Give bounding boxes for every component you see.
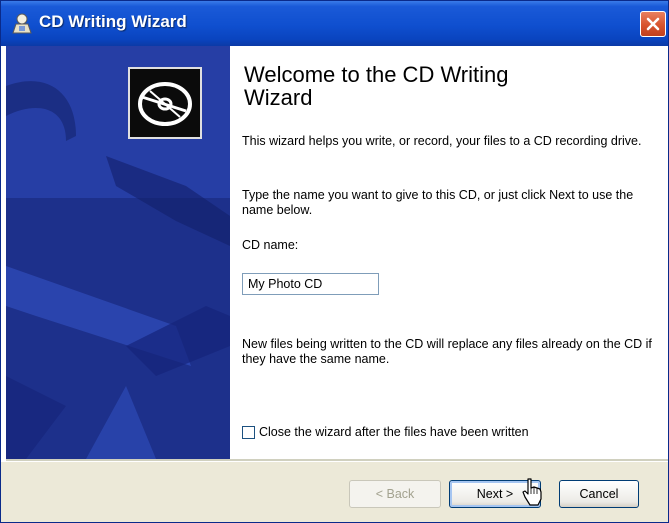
window-title: CD Writing Wizard (39, 12, 187, 31)
intro-text: This wizard helps you write, or record, … (242, 134, 642, 148)
title-bar[interactable]: CD Writing Wizard (1, 1, 668, 46)
back-button[interactable]: < Back (349, 480, 441, 508)
cd-disc-icon (128, 67, 202, 139)
page-title: Welcome to the CD Writing Wizard (244, 62, 509, 110)
cd-writer-icon (12, 13, 32, 34)
cd-name-label: CD name: (242, 238, 299, 252)
instruction-text: Type the name you want to give to this C… (242, 188, 634, 217)
close-button[interactable] (640, 11, 666, 37)
close-wizard-checkbox-label[interactable]: Close the wizard after the files have be… (259, 425, 529, 439)
close-wizard-checkbox-row[interactable]: Close the wizard after the files have be… (242, 423, 529, 441)
wizard-banner (6, 46, 230, 459)
close-icon (646, 17, 660, 31)
replace-note-text: New files being written to the CD will r… (242, 337, 652, 366)
cancel-button[interactable]: Cancel (559, 480, 639, 508)
cd-name-input[interactable] (242, 273, 379, 295)
wizard-content: Welcome to the CD Writing Wizard This wi… (230, 46, 668, 459)
close-wizard-checkbox[interactable] (242, 425, 255, 439)
next-button[interactable]: Next > (449, 480, 541, 508)
wizard-footer: < Back Next > Cancel (1, 462, 668, 522)
wizard-window: CD Writing Wizard Welcome to the CD Writ… (0, 0, 669, 523)
